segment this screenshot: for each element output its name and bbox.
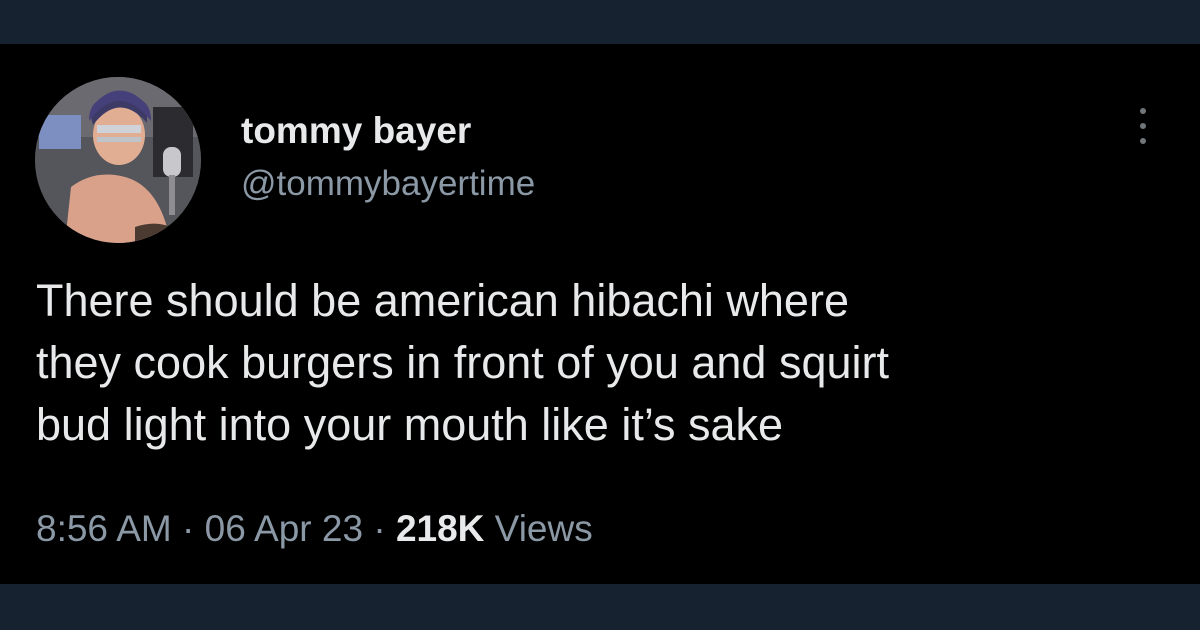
more-dot [1140, 123, 1146, 129]
meta-separator: · [171, 508, 205, 549]
tweet-card: tommy bayer @tommybayertime There should… [0, 44, 1200, 584]
tweet-meta: 8:56 AM · 06 Apr 23 · 218K Views [36, 508, 593, 550]
user-handle[interactable]: @tommybayertime [241, 164, 535, 204]
tweet-date[interactable]: 06 Apr 23 [205, 508, 363, 549]
tweet-time[interactable]: 8:56 AM [36, 508, 172, 549]
more-dot [1140, 108, 1146, 114]
tweet-text-line: There should be american hibachi where [36, 275, 849, 326]
tweet-text: There should be american hibachi where t… [36, 270, 1176, 456]
more-dot [1140, 138, 1146, 144]
avatar[interactable] [35, 77, 201, 243]
display-name[interactable]: tommy bayer [241, 110, 471, 152]
more-icon[interactable] [1128, 104, 1158, 148]
tweet-text-line: they cook burgers in front of you and sq… [36, 337, 889, 388]
views-count[interactable]: 218K [396, 508, 484, 549]
avatar-photo [35, 77, 201, 243]
views-label: Views [484, 508, 593, 549]
tweet-text-line: bud light into your mouth like it’s sake [36, 399, 784, 450]
meta-separator: · [363, 508, 396, 549]
